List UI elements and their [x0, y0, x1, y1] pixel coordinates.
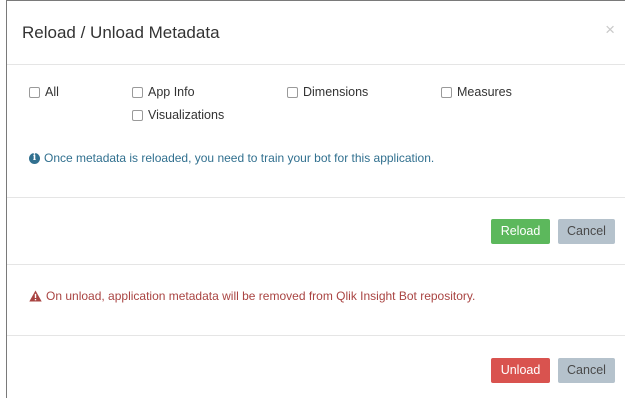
checkbox-box[interactable] — [29, 86, 40, 98]
warning-triangle-icon — [29, 290, 42, 302]
checkbox-label: Measures — [457, 85, 512, 99]
info-circle-icon: i — [29, 152, 40, 164]
checkbox-label: Visualizations — [148, 108, 225, 122]
unload-button[interactable]: Unload — [491, 358, 550, 383]
checkbox-all[interactable]: All — [29, 85, 59, 99]
checkbox-dimensions[interactable]: Dimensions — [287, 85, 368, 99]
checkbox-label: Dimensions — [303, 85, 369, 99]
checkbox-label: App Info — [148, 85, 195, 99]
checkbox-box[interactable] — [287, 86, 298, 98]
close-icon[interactable]: × — [605, 21, 615, 38]
reload-options-section: All App Info Dimensions Measures Visuali… — [7, 65, 625, 198]
cancel-unload-button[interactable]: Cancel — [558, 358, 615, 383]
reload-unload-modal: Reload / Unload Metadata × All App Info … — [6, 0, 625, 398]
checkbox-measures[interactable]: Measures — [441, 85, 512, 99]
warning-text: On unload, application metadata will be … — [46, 289, 476, 303]
reload-footer: Reload Cancel — [7, 198, 625, 265]
unload-warning-message: On unload, application metadata will be … — [29, 289, 475, 303]
modal-title: Reload / Unload Metadata — [22, 23, 220, 42]
checkbox-box[interactable] — [132, 86, 143, 98]
modal-header: Reload / Unload Metadata × — [7, 1, 625, 65]
checkbox-box[interactable] — [441, 86, 452, 98]
unload-section: On unload, application metadata will be … — [7, 265, 625, 336]
checkbox-box[interactable] — [132, 109, 143, 121]
checkbox-label: All — [45, 85, 59, 99]
reload-info-message: i Once metadata is reloaded, you need to… — [29, 151, 434, 165]
checkbox-visualizations[interactable]: Visualizations — [132, 108, 224, 122]
info-text: Once metadata is reloaded, you need to t… — [44, 151, 435, 165]
cancel-reload-button[interactable]: Cancel — [558, 219, 615, 244]
reload-button[interactable]: Reload — [491, 219, 550, 244]
unload-footer: Unload Cancel — [7, 336, 625, 399]
checkbox-app-info[interactable]: App Info — [132, 85, 195, 99]
